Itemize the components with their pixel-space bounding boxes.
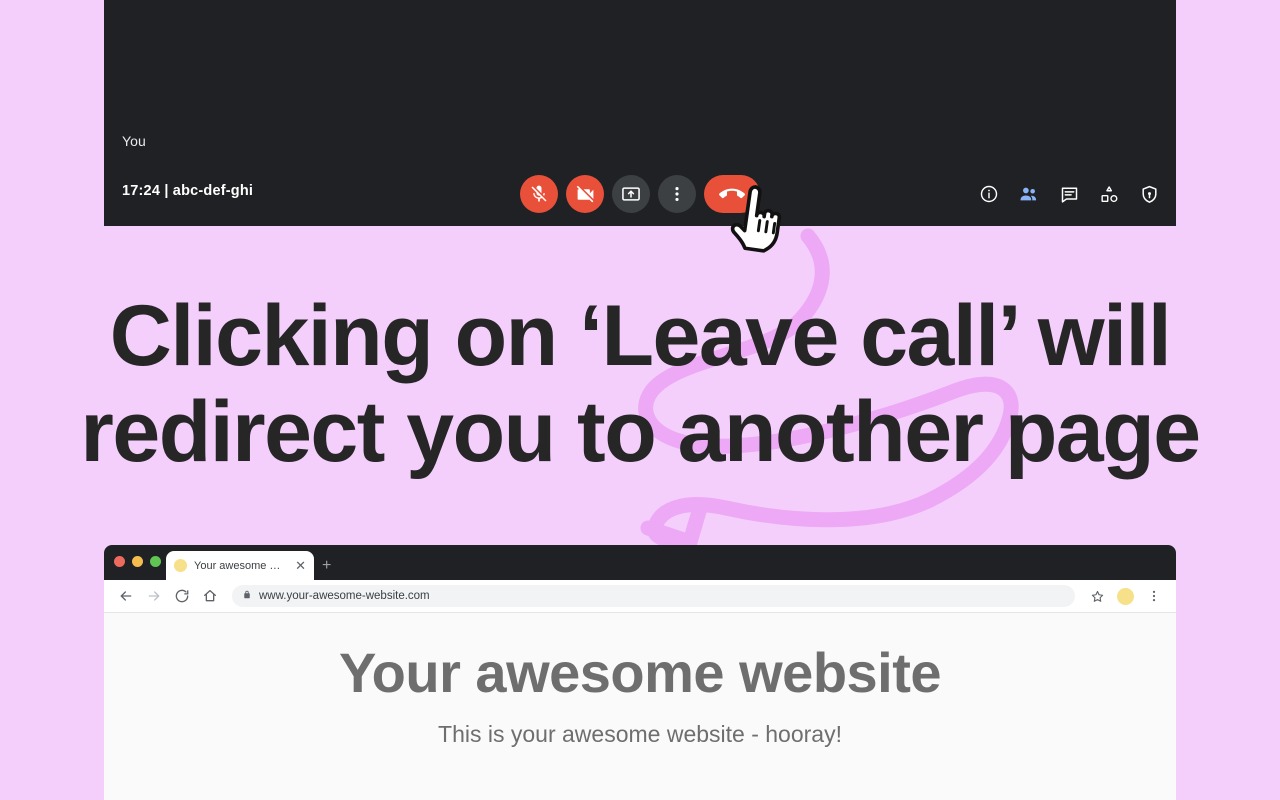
website-heading: Your awesome website (338, 641, 942, 704)
people-icon (1018, 183, 1040, 205)
website-subheading: This is your awesome website - hooray! (438, 721, 842, 747)
close-tab-icon[interactable]: ✕ (295, 559, 306, 572)
camera-off-button[interactable] (566, 175, 604, 213)
tab-favicon-icon (174, 559, 187, 572)
new-tab-button[interactable]: + (322, 558, 331, 574)
home-button[interactable] (198, 584, 222, 608)
address-bar-url: www.your-awesome-website.com (259, 590, 430, 602)
shield-lock-icon (1139, 184, 1160, 205)
self-view-name-label: You (122, 133, 146, 149)
activities-button[interactable] (1096, 181, 1122, 207)
leave-call-button[interactable] (704, 175, 760, 213)
close-window-button[interactable] (114, 556, 125, 567)
minimize-window-button[interactable] (132, 556, 143, 567)
present-now-button[interactable] (612, 175, 650, 213)
show-everyone-button[interactable] (1016, 181, 1042, 207)
tab-title: Your awesome website (194, 559, 289, 572)
lock-icon (242, 587, 252, 605)
profile-avatar[interactable] (1117, 587, 1134, 605)
browser-titlebar: Your awesome website ✕ + (104, 545, 1176, 580)
meet-right-icon-group (976, 178, 1162, 210)
info-icon (979, 184, 999, 204)
host-controls-button[interactable] (1136, 181, 1162, 207)
browser-window: Your awesome website ✕ + (104, 545, 1176, 800)
video-stage (104, 0, 1176, 166)
window-traffic-lights (114, 556, 161, 567)
bookmark-star-button[interactable] (1085, 584, 1109, 608)
website-content: Your awesome website This is your awesom… (104, 613, 1176, 800)
chat-icon (1059, 184, 1080, 205)
zoom-window-button[interactable] (150, 556, 161, 567)
browser-menu-button[interactable] (1142, 584, 1166, 608)
back-button[interactable] (114, 584, 138, 608)
browser-toolbar: www.your-awesome-website.com (104, 580, 1176, 613)
meet-call-panel: You 17:24 | abc-def-ghi (104, 0, 1176, 226)
page-title: Clicking on ‘Leave call’ will redirect y… (80, 288, 1201, 480)
camera-off-icon (575, 184, 596, 205)
address-bar[interactable]: www.your-awesome-website.com (232, 585, 1075, 607)
browser-tab[interactable]: Your awesome website ✕ (166, 551, 314, 580)
reload-button[interactable] (170, 584, 194, 608)
more-vertical-icon (667, 184, 687, 204)
chat-button[interactable] (1056, 181, 1082, 207)
microphone-off-icon (529, 184, 549, 204)
meeting-details-button[interactable] (976, 181, 1002, 207)
more-options-button[interactable] (658, 175, 696, 213)
hangup-phone-icon (719, 181, 745, 207)
activities-shapes-icon (1099, 184, 1120, 205)
toolbar-right-group (1085, 584, 1166, 608)
microphone-off-button[interactable] (520, 175, 558, 213)
forward-button[interactable] (142, 584, 166, 608)
present-screen-icon (620, 183, 642, 205)
